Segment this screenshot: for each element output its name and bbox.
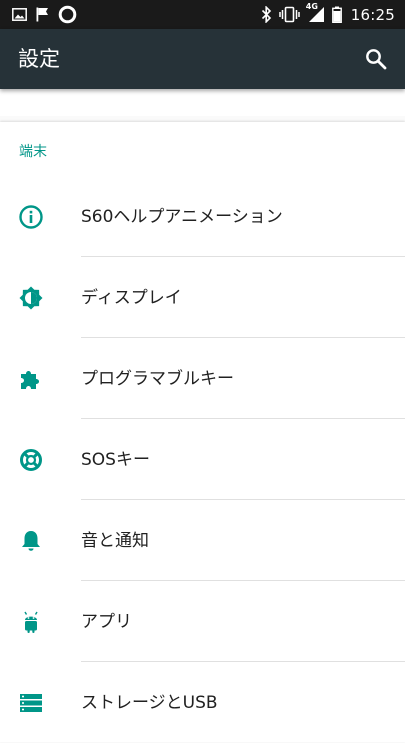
settings-item-label: ディスプレイ xyxy=(81,288,182,308)
settings-item-apps[interactable]: アプリ xyxy=(0,581,405,662)
settings-item-programmable-key[interactable]: プログラマブルキー xyxy=(0,338,405,419)
settings-item-label: ストレージとUSB xyxy=(81,693,218,713)
network-type-label: 4G xyxy=(305,2,318,11)
settings-card: 端末 S60ヘルプアニメーション ディスプレイ プログラマブルキー SOSキー … xyxy=(0,122,405,742)
flag-icon xyxy=(36,7,49,22)
status-time: 16:25 xyxy=(350,5,395,24)
circle-icon xyxy=(58,5,77,24)
bell-icon xyxy=(18,528,44,554)
settings-item-label: アプリ xyxy=(81,612,132,632)
search-button[interactable] xyxy=(359,42,393,76)
section-header-device: 端末 xyxy=(19,144,47,160)
settings-item-display[interactable]: ディスプレイ xyxy=(0,257,405,338)
app-bar: 設定 xyxy=(0,29,405,89)
brightness-icon xyxy=(18,285,44,311)
image-icon xyxy=(12,8,27,21)
status-right-icons: 4G 16:25 xyxy=(261,2,395,25)
vibrate-icon xyxy=(279,6,300,23)
settings-item-sound-notification[interactable]: 音と通知 xyxy=(0,500,405,581)
settings-item-label: S60ヘルプアニメーション xyxy=(81,207,283,227)
lifebuoy-icon xyxy=(18,447,44,473)
top-card-strip xyxy=(0,89,405,116)
status-bar: 4G 16:25 xyxy=(0,0,405,29)
bluetooth-icon xyxy=(261,6,272,23)
android-icon xyxy=(18,609,44,635)
puzzle-icon xyxy=(18,366,44,392)
settings-item-label: プログラマブルキー xyxy=(81,369,234,389)
settings-item-storage-usb[interactable]: ストレージとUSB xyxy=(0,662,405,743)
search-icon xyxy=(366,49,387,70)
page-title: 設定 xyxy=(18,47,60,71)
settings-item-label: SOSキー xyxy=(81,450,150,470)
settings-item-label: 音と通知 xyxy=(81,531,149,551)
storage-icon xyxy=(18,690,44,716)
battery-icon xyxy=(331,6,342,23)
info-icon xyxy=(18,204,44,230)
signal-icon: 4G xyxy=(306,2,325,23)
settings-list: S60ヘルプアニメーション ディスプレイ プログラマブルキー SOSキー 音と通… xyxy=(0,176,405,743)
settings-item-help-animation[interactable]: S60ヘルプアニメーション xyxy=(0,176,405,257)
settings-item-sos-key[interactable]: SOSキー xyxy=(0,419,405,500)
status-left-icons xyxy=(12,5,77,24)
